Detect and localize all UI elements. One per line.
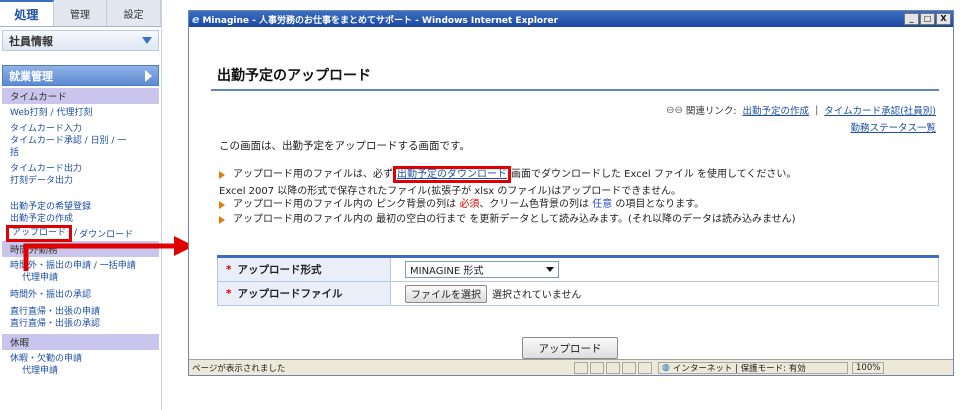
sidebar-link-plan-create[interactable]: 出勤予定の作成	[0, 213, 161, 225]
sidebar-link-direct-approve[interactable]: 直行直帰・出張の承認	[0, 318, 161, 330]
triangle-bullet-icon	[219, 216, 225, 224]
note2-text-b: 、クリーム色背景の列は	[479, 199, 593, 210]
note-item: アップロード用のファイルは、必ず 出勤予定のダウンロード 画面でダウンロードした E…	[219, 166, 797, 183]
note3-text: アップロード用のファイル内の 最初の空白の行まで を更新データとして読み込みます…	[233, 214, 796, 225]
upload-download-row: アップロード / ダウンロード	[0, 224, 161, 242]
sidebar-link-plan-request[interactable]: 出勤予定の希望登録	[0, 201, 161, 213]
note1-continuation: Excel 2007 以降の形式で保存されたファイル(拡張子が xlsx のファ…	[219, 186, 681, 197]
category-overtime: 時間外勤務	[2, 241, 159, 257]
status-cell	[590, 361, 604, 374]
chevron-down-icon	[142, 37, 152, 44]
sidebar-link-overtime-approve[interactable]: 時間外・振出の承認	[0, 289, 161, 301]
maximize-button[interactable]: □	[920, 13, 935, 25]
ie-logo-icon: e	[192, 12, 200, 26]
sidebar: 処理 管理 設定 社員情報 就業管理 タイムカード Web打刻 / 代理打刻 タ…	[0, 0, 162, 410]
sidebar-link-leave-request[interactable]: 休暇・欠勤の申請	[0, 353, 161, 365]
browser-titlebar: e Minagine - 人事労務のお仕事をまとめてサポート - Windows…	[189, 11, 953, 27]
download-page-link[interactable]: 出勤予定のダウンロード	[393, 166, 511, 183]
note2-text-c: の項目となります。	[612, 199, 705, 210]
upload-submit-button[interactable]: アップロード	[522, 337, 618, 359]
sidebar-link-timecard-approve-cont[interactable]: 括	[0, 147, 161, 159]
note-item: アップロード用のファイル内の 最初の空白の行まで を更新データとして読み込みます…	[219, 212, 796, 227]
required-star: *	[226, 287, 232, 300]
required-star: *	[226, 263, 232, 276]
sidebar-tabs: 処理 管理 設定	[0, 0, 161, 27]
notes-list: アップロード用のファイルは、必ず 出勤予定のダウンロード 画面でダウンロードした E…	[219, 166, 797, 227]
browser-window: e Minagine - 人事労務のお仕事をまとめてサポート - Windows…	[188, 10, 954, 376]
file-label: * アップロードファイル	[217, 282, 391, 305]
link-chain-icon: ⊖⊖	[666, 104, 683, 116]
form-row-format: * アップロード形式 MINAGINE 形式	[217, 258, 939, 282]
sidebar-link-direct-request[interactable]: 直行直帰・出張の申請	[0, 306, 161, 318]
note1-text-b: 画面でダウンロードした Excel ファイル を使用してください。	[511, 169, 797, 180]
sidebar-link-web-punch[interactable]: Web打刻 / 代理打刻	[0, 107, 161, 119]
section-employee-info[interactable]: 社員情報	[2, 30, 159, 51]
optional-label: 任意	[592, 199, 613, 210]
sidebar-link-overtime-proxy[interactable]: 代理申請	[0, 272, 161, 284]
status-text: ページが表示されました	[192, 363, 286, 374]
related-link-plan-create[interactable]: 出勤予定の作成	[743, 103, 810, 117]
related-separator: |	[815, 104, 819, 116]
tab-settings[interactable]: 設定	[107, 0, 161, 26]
note2-text-a: アップロード用のファイル内の ピンク背景の列は	[233, 199, 460, 210]
related-links: ⊖⊖ 関連リンク: 出勤予定の作成 | タイムカード承認(社員別)	[666, 103, 936, 118]
title-divider	[211, 89, 939, 91]
zoom-level: 100%	[856, 362, 881, 373]
category-timecard: タイムカード	[2, 88, 159, 104]
format-label: * アップロード形式	[217, 258, 391, 281]
format-select[interactable]: MINAGINE 形式	[405, 261, 559, 278]
intro-text: この画面は、出勤予定をアップロードする画面です。	[219, 140, 470, 152]
note1-text-a: アップロード用のファイルは、必ず	[233, 169, 393, 180]
section-attendance-label: 就業管理	[9, 69, 53, 83]
status-cell	[622, 361, 636, 374]
separator: /	[74, 228, 78, 238]
chevron-right-icon	[145, 69, 152, 82]
format-select-value: MINAGINE 形式	[410, 266, 484, 277]
sidebar-link-upload[interactable]: アップロード	[6, 224, 73, 242]
form-row-file: * アップロードファイル ファイルを選択 選択されていません	[217, 282, 939, 306]
sidebar-link-overtime-request[interactable]: 時間外・振出の申請 / 一括申請	[0, 260, 161, 272]
zoom-control[interactable]: 100%	[852, 361, 885, 374]
format-value-cell: MINAGINE 形式	[391, 258, 939, 281]
required-label: 必須	[459, 199, 480, 210]
tab-manage[interactable]: 管理	[54, 0, 108, 26]
related-link-timecard-approve[interactable]: タイムカード承認(社員別)	[824, 103, 936, 117]
status-cell	[638, 361, 652, 374]
status-bar: ページが表示されました ◍ インターネット | 保護モード: 有効 100%	[189, 359, 953, 375]
sidebar-link-punch-data-output[interactable]: 打刻データ出力	[0, 175, 161, 187]
file-value-cell: ファイルを選択 選択されていません	[391, 282, 939, 305]
sidebar-link-leave-proxy[interactable]: 代理申請	[0, 365, 161, 377]
section-attendance[interactable]: 就業管理	[2, 65, 159, 86]
sidebar-link-download[interactable]: ダウンロード	[79, 227, 133, 240]
triangle-bullet-icon	[219, 201, 225, 209]
format-label-text: アップロード形式	[237, 264, 322, 276]
sidebar-link-timecard-output[interactable]: タイムカード出力	[0, 163, 161, 175]
status-cells	[574, 361, 652, 374]
tab-process[interactable]: 処理	[0, 0, 54, 26]
file-status: 選択されていません	[492, 290, 582, 301]
minimize-button[interactable]: _	[904, 13, 919, 25]
page-content: 出勤予定のアップロード ⊖⊖ 関連リンク: 出勤予定の作成 | タイムカード承認…	[189, 27, 953, 360]
sidebar-link-timecard-input[interactable]: タイムカード入力	[0, 123, 161, 135]
window-title: Minagine - 人事労務のお仕事をまとめてサポート - Windows I…	[202, 15, 559, 26]
related-links-label: 関連リンク:	[685, 106, 737, 117]
note-item: アップロード用のファイル内の ピンク背景の列は 必須、クリーム色背景の列は 任意…	[219, 197, 796, 212]
category-leave: 休暇	[2, 334, 159, 350]
status-cell	[574, 361, 588, 374]
section-employee-info-label: 社員情報	[9, 34, 53, 48]
zone-text: インターネット | 保護モード: 有効	[672, 363, 806, 374]
sidebar-link-timecard-approve[interactable]: タイムカード承認 / 日別 / 一	[0, 135, 161, 147]
choose-file-button[interactable]: ファイルを選択	[405, 284, 487, 303]
close-button[interactable]: X	[936, 13, 951, 25]
dropdown-caret-icon	[546, 267, 554, 272]
globe-icon: ◍	[662, 362, 670, 373]
triangle-bullet-icon	[219, 171, 225, 179]
page-title: 出勤予定のアップロード	[217, 68, 371, 84]
file-label-text: アップロードファイル	[237, 288, 343, 300]
security-zone[interactable]: ◍ インターネット | 保護モード: 有効	[658, 361, 848, 374]
upload-form: * アップロード形式 MINAGINE 形式 * アップロードファイル ファイル…	[217, 255, 939, 306]
related-link-work-status[interactable]: 勤務ステータス一覧	[850, 120, 936, 134]
status-cell	[606, 361, 620, 374]
